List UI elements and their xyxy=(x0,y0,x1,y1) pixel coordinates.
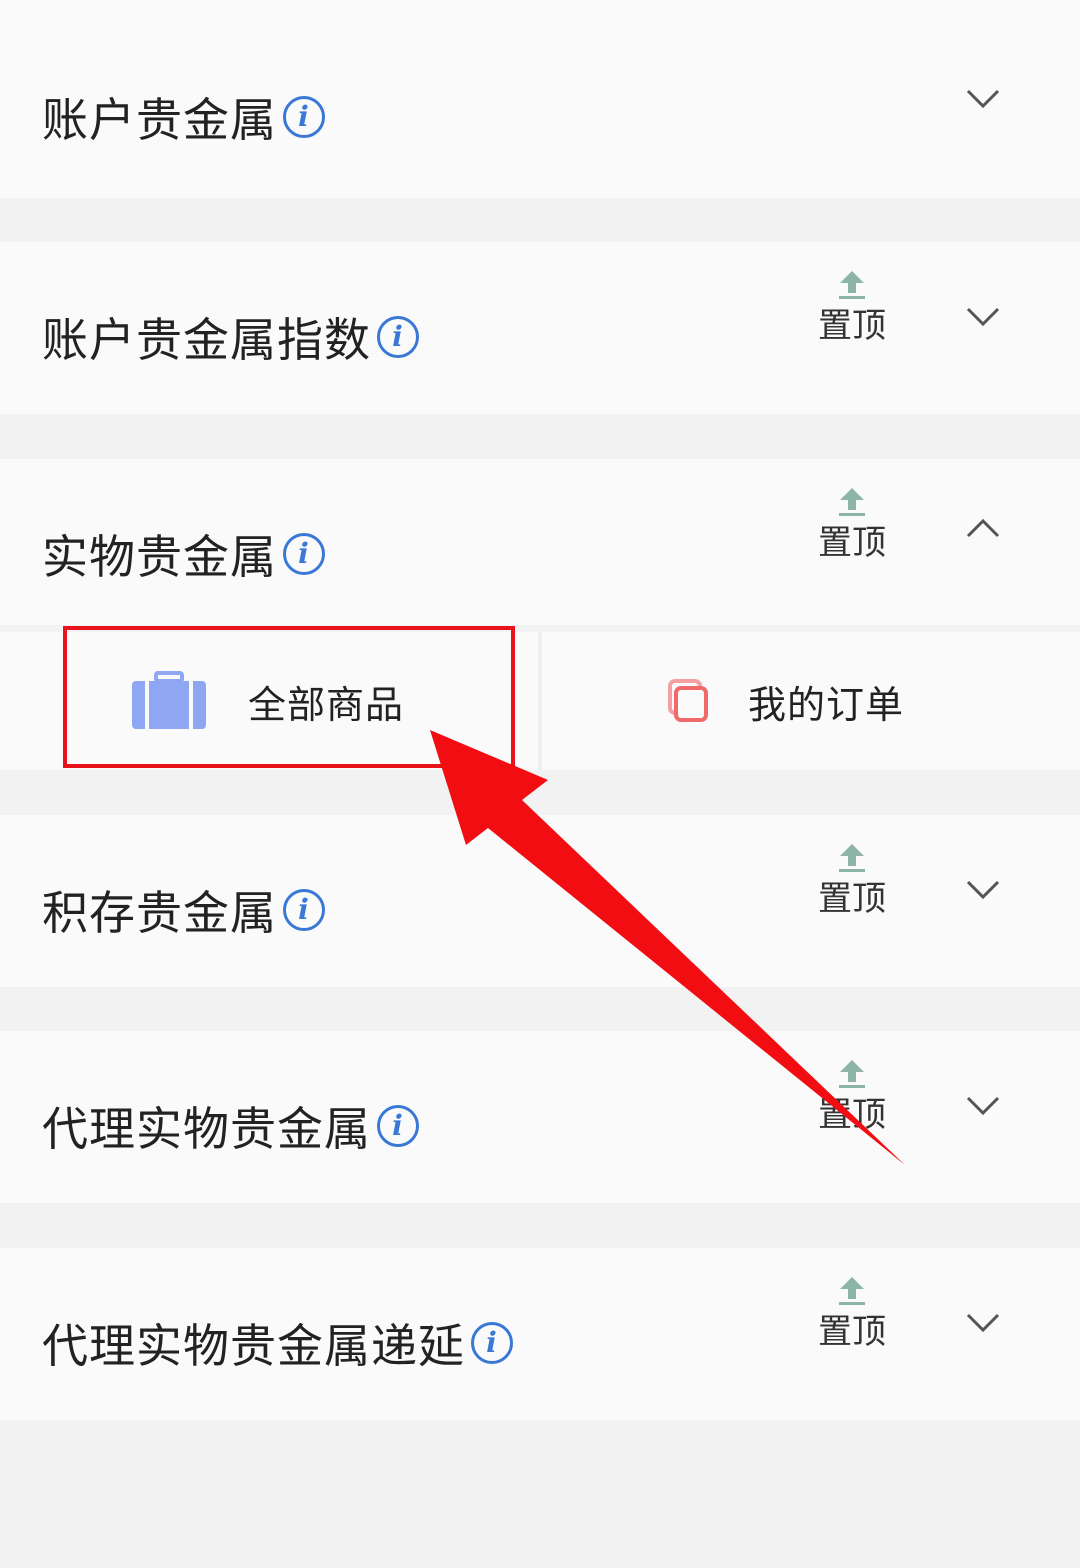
pin-to-top-button[interactable]: 置顶 xyxy=(812,268,892,358)
chevron-down-icon[interactable] xyxy=(962,869,1004,911)
info-icon[interactable]: i xyxy=(471,1322,513,1364)
pin-label: 置顶 xyxy=(818,879,886,919)
pin-to-top-button[interactable]: 置顶 xyxy=(812,841,892,931)
info-icon[interactable]: i xyxy=(377,1105,419,1147)
my-orders-button[interactable]: 我的订单 xyxy=(666,632,1026,770)
section-title-text: 积存贵金属 xyxy=(42,886,277,940)
chevron-down-icon[interactable] xyxy=(962,78,1004,120)
section-title-text: 代理实物贵金属递延 xyxy=(42,1319,465,1373)
section-title: 账户贵金属 i xyxy=(42,84,325,150)
section-title: 账户贵金属指数 i xyxy=(42,304,419,370)
pin-top-icon xyxy=(839,1060,865,1088)
pin-to-top-button[interactable]: 置顶 xyxy=(812,485,892,575)
section-title-text: 代理实物贵金属 xyxy=(42,1102,371,1156)
all-products-button[interactable]: 全部商品 xyxy=(130,632,530,770)
my-orders-label: 我的订单 xyxy=(748,682,905,727)
pin-label: 置顶 xyxy=(818,1312,886,1352)
section-title: 代理实物贵金属 i xyxy=(42,1093,419,1159)
section-agency-physical-precious-metals-deferred[interactable]: 代理实物贵金属递延 i 置顶 xyxy=(0,1248,1080,1420)
info-icon[interactable]: i xyxy=(377,316,419,358)
chevron-down-icon[interactable] xyxy=(962,1085,1004,1127)
info-icon[interactable]: i xyxy=(283,889,325,931)
chevron-up-icon[interactable] xyxy=(962,507,1004,549)
chevron-down-icon[interactable] xyxy=(962,1302,1004,1344)
section-account-precious-metals-index[interactable]: 账户贵金属指数 i 置顶 xyxy=(0,242,1080,414)
section-accumulated-precious-metals[interactable]: 积存贵金属 i 置顶 xyxy=(0,815,1080,987)
pin-top-icon xyxy=(839,488,865,516)
section-account-precious-metals[interactable]: 账户贵金属 i xyxy=(0,0,1080,198)
info-icon[interactable]: i xyxy=(283,533,325,575)
pin-top-icon xyxy=(839,271,865,299)
section-title-text: 账户贵金属指数 xyxy=(42,313,371,367)
pin-label: 置顶 xyxy=(818,523,886,563)
section-title: 代理实物贵金属递延 i xyxy=(42,1310,513,1376)
section-agency-physical-precious-metals[interactable]: 代理实物贵金属 i 置顶 xyxy=(0,1031,1080,1203)
pin-label: 置顶 xyxy=(818,306,886,346)
chevron-down-icon[interactable] xyxy=(962,296,1004,338)
section-title-text: 实物贵金属 xyxy=(42,530,277,584)
section-physical-precious-metals[interactable]: 实物贵金属 i 置顶 xyxy=(0,459,1080,625)
all-products-label: 全部商品 xyxy=(248,682,405,727)
pin-to-top-button[interactable]: 置顶 xyxy=(812,1057,892,1147)
copy-icon xyxy=(668,679,708,722)
pin-top-icon xyxy=(839,844,865,872)
divider xyxy=(538,632,542,770)
briefcase-icon xyxy=(132,671,206,729)
section-title-text: 账户贵金属 xyxy=(42,93,277,147)
pin-label: 置顶 xyxy=(818,1095,886,1135)
pin-top-icon xyxy=(839,1277,865,1305)
section-title: 积存贵金属 i xyxy=(42,877,325,943)
section-title: 实物贵金属 i xyxy=(42,521,325,587)
info-icon[interactable]: i xyxy=(283,96,325,138)
pin-to-top-button[interactable]: 置顶 xyxy=(812,1274,892,1364)
